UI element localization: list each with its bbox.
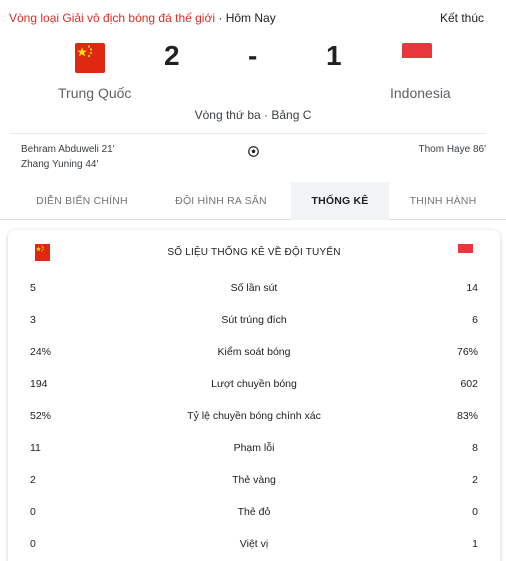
stat-row: 2 Thẻ vàng 2: [8, 470, 500, 490]
soccer-ball-icon: [248, 146, 259, 157]
stat-away-value: 8: [472, 442, 478, 454]
indonesia-flag-icon[interactable]: [402, 43, 432, 73]
stats-title: SỐ LIỆU THỐNG KÊ VỀ ĐỘI TUYỂN: [167, 247, 341, 258]
stat-away-value: 602: [460, 378, 478, 390]
home-team-name[interactable]: Trung Quốc: [58, 85, 131, 101]
stat-label: Thẻ đỏ: [237, 506, 271, 518]
round-info: Vòng thứ ba · Bảng C: [194, 108, 312, 122]
indonesia-flag-icon: [458, 244, 473, 261]
home-score: 2: [164, 40, 180, 71]
stat-row: 5 Số lần sút 14: [8, 278, 500, 298]
tab-trending[interactable]: THỊNH HÀNH: [385, 182, 501, 220]
stat-away-value: 0: [472, 506, 478, 518]
stat-row: 194 Lượt chuyền bóng 602: [8, 374, 500, 394]
match-status: Kết thúc: [439, 11, 484, 25]
stat-away-value: 6: [472, 314, 478, 326]
score-dash: -: [248, 40, 258, 71]
home-scorers: Behram Abduweli 21' Zhang Yuning 44': [21, 142, 115, 172]
competition-link[interactable]: Vòng loại Giải vô địch bóng đá thế giới: [9, 11, 215, 25]
stat-row: 24% Kiểm soát bóng 76%: [8, 342, 500, 362]
match-header: Vòng loại Giải vô địch bóng đá thế giới …: [0, 0, 506, 28]
scorer-entry: Zhang Yuning 44': [21, 159, 99, 170]
stat-label: Việt vị: [239, 538, 269, 550]
stat-row: 11 Phạm lỗi 8: [8, 438, 500, 458]
match-date: Hôm Nay: [225, 11, 276, 25]
stat-label: Thẻ vàng: [232, 474, 276, 486]
stat-label: Sút trúng đích: [221, 314, 287, 326]
stats-card: SỐ LIỆU THỐNG KÊ VỀ ĐỘI TUYỂN 5 Số lần s…: [8, 230, 500, 561]
stat-label: Kiểm soát bóng: [217, 346, 291, 358]
stat-away-value: 1: [472, 538, 478, 550]
stat-row: 3 Sút trúng đích 6: [8, 310, 500, 330]
china-flag-icon[interactable]: [75, 43, 105, 73]
stat-away-value: 2: [472, 474, 478, 486]
stat-label: Tỷ lệ chuyền bóng chính xác: [187, 410, 321, 422]
stat-label: Phạm lỗi: [233, 442, 275, 454]
stat-row: 0 Thẻ đỏ 0: [8, 502, 500, 522]
competition-line: Vòng loại Giải vô địch bóng đá thế giới …: [9, 11, 276, 25]
divider: [10, 133, 486, 134]
stat-row: 0 Việt vị 1: [8, 534, 500, 554]
tab-lineups[interactable]: ĐỘI HÌNH RA SÂN: [163, 182, 279, 220]
away-score: 1: [326, 40, 342, 71]
stat-away-value: 83%: [456, 410, 478, 422]
stat-label: Lượt chuyền bóng: [211, 378, 297, 390]
stat-label: Số lần sút: [230, 282, 278, 294]
away-team-name[interactable]: Indonesia: [390, 85, 451, 101]
tab-key-events[interactable]: DIỄN BIẾN CHÍNH: [24, 182, 140, 220]
stat-away-value: 14: [466, 282, 478, 294]
tab-stats[interactable]: THỐNG KÊ: [291, 182, 389, 220]
stat-away-value: 76%: [456, 346, 478, 358]
scorer-entry: Thom Haye 86': [418, 144, 487, 155]
away-scorers: Thom Haye 86': [419, 142, 487, 157]
scorer-entry: Behram Abduweli 21': [21, 144, 115, 155]
stat-row: 52% Tỷ lệ chuyền bóng chính xác 83%: [8, 406, 500, 426]
match-tabs: DIỄN BIẾN CHÍNH ĐỘI HÌNH RA SÂN THỐNG KÊ…: [0, 182, 506, 220]
header-separator: ·: [215, 11, 226, 25]
